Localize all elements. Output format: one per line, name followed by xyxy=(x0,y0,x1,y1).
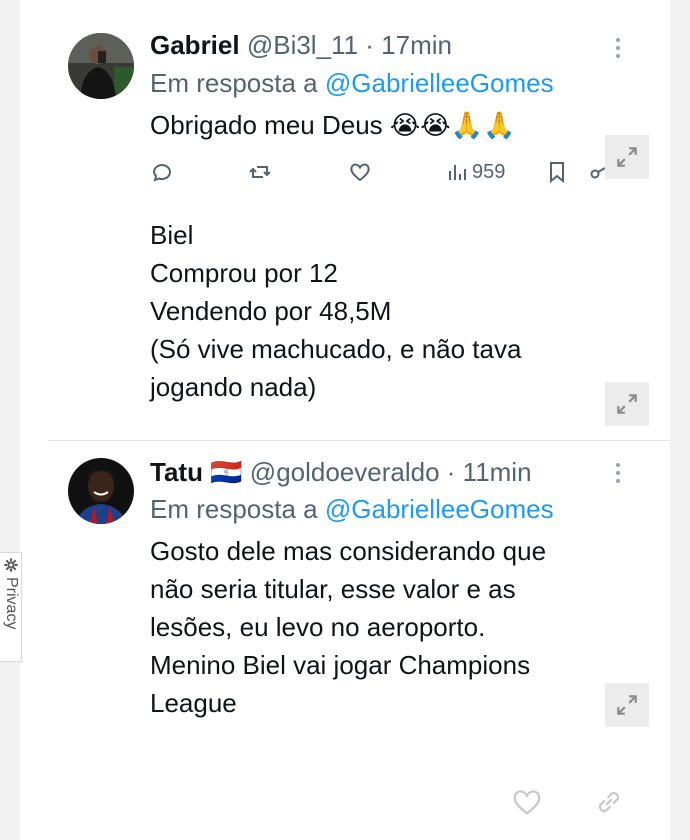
expand-button[interactable] xyxy=(605,382,649,426)
expand-icon xyxy=(617,394,637,414)
retweet-icon xyxy=(249,166,271,178)
expand-button[interactable] xyxy=(605,135,649,179)
avatar[interactable] xyxy=(68,33,134,99)
tweet-header: Gabriel @Bi3l_11 · 17min xyxy=(150,30,452,60)
tweet-text: Obrigado meu Deus 😭😭🙏🙏 xyxy=(150,110,516,140)
copy-link-button[interactable] xyxy=(592,785,626,821)
tweet-header: Tatu 🇵🇾 @goldoeveraldo · 11min xyxy=(150,457,532,487)
gear-icon xyxy=(4,558,18,572)
reply-mention[interactable]: @GabrielleeGomes xyxy=(325,494,554,524)
reply-icon xyxy=(152,164,171,182)
like-icon xyxy=(350,163,370,182)
quoted-post-text: Biel Comprou por 12 Vendendo por 48,5M (… xyxy=(150,220,522,402)
user-handle[interactable]: @Bi3l_11 xyxy=(247,30,358,60)
thread-card: Gabriel @Bi3l_11 · 17min Em resposta a @… xyxy=(20,0,670,840)
views-count: 959 xyxy=(472,160,506,183)
like-button[interactable] xyxy=(510,785,544,821)
retweet-button[interactable] xyxy=(248,155,272,189)
expand-icon xyxy=(617,695,637,715)
display-name[interactable]: Tatu xyxy=(150,457,203,487)
reply-mention[interactable]: @GabrielleeGomes xyxy=(325,68,554,98)
like-icon xyxy=(513,790,541,815)
reply-context: Em resposta a @GabrielleeGomes xyxy=(150,68,554,98)
action-bar: 959 xyxy=(150,155,630,189)
avatar[interactable] xyxy=(68,458,134,524)
bookmark-icon xyxy=(550,162,564,184)
timestamp[interactable]: · 11min xyxy=(447,457,532,487)
more-icon[interactable] xyxy=(614,38,622,62)
bookmark-button[interactable] xyxy=(545,155,569,189)
divider xyxy=(48,440,670,441)
tweet-text: Gosto dele mas considerando que não seri… xyxy=(150,536,547,718)
expand-button[interactable] xyxy=(605,683,649,727)
views-icon xyxy=(449,165,466,180)
views-button[interactable]: 959 xyxy=(446,155,505,189)
privacy-tab[interactable]: Privacy xyxy=(0,552,22,662)
reply-context: Em resposta a @GabrielleeGomes xyxy=(150,494,554,524)
timestamp[interactable]: · 17min xyxy=(365,30,452,60)
like-button[interactable] xyxy=(348,155,372,189)
link-icon xyxy=(598,791,620,813)
more-icon[interactable] xyxy=(614,463,622,487)
reply-prefix: Em resposta a xyxy=(150,68,318,98)
expand-icon xyxy=(617,147,637,167)
reply-button[interactable] xyxy=(150,155,174,189)
user-handle[interactable]: @goldoeveraldo xyxy=(250,457,440,487)
display-name[interactable]: Gabriel xyxy=(150,30,240,60)
privacy-label: Privacy xyxy=(3,577,20,630)
flag-emoji: 🇵🇾 xyxy=(210,457,243,487)
reply-prefix: Em resposta a xyxy=(150,494,318,524)
